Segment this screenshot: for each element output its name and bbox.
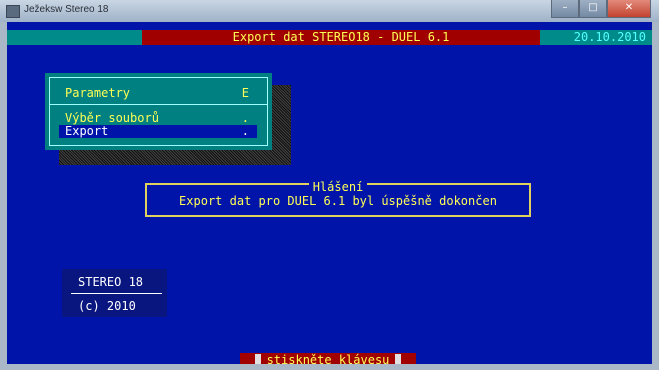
- window-controls: – □ ✕: [551, 0, 651, 18]
- header-bar: Export dat STEREO18 - DUEL 6.1 20.10.201…: [7, 30, 652, 45]
- product-name: STEREO 18: [78, 275, 144, 289]
- menu-item-parametry[interactable]: Parametry E: [59, 87, 257, 100]
- message-dialog: Hlášení Export dat pro DUEL 6.1 byl úspě…: [145, 180, 531, 217]
- press-key-prompt[interactable]: stiskněte klávesu: [240, 353, 416, 364]
- maximize-button[interactable]: □: [579, 0, 607, 18]
- menu-item-label: Parametry: [65, 86, 131, 100]
- menu-divider: [49, 104, 268, 105]
- about-box: STEREO 18 (c) 2010: [62, 269, 167, 317]
- menu-item-shortcut: .: [241, 124, 249, 138]
- menu-item-label: Export: [65, 124, 109, 138]
- about-divider: [71, 293, 162, 294]
- main-menu: Parametry E Výběr souborů . Export .: [45, 73, 272, 150]
- console-area: Export dat STEREO18 - DUEL 6.1 20.10.201…: [7, 22, 652, 364]
- menu-item-shortcut: E: [241, 86, 249, 100]
- message-title: Hlášení: [308, 180, 368, 194]
- prompt-block-icon: [395, 354, 402, 364]
- minimize-button[interactable]: –: [551, 0, 579, 18]
- header-date: 20.10.2010: [573, 30, 646, 44]
- message-text: Export dat pro DUEL 6.1 byl úspěšně doko…: [179, 194, 497, 208]
- header-left-segment: [7, 30, 142, 45]
- app-window: Ježeksw Stereo 18 – □ ✕ Export dat STERE…: [0, 0, 659, 370]
- window-title: Ježeksw Stereo 18: [24, 4, 109, 15]
- prompt-block-icon: [254, 354, 261, 364]
- menu-item-export[interactable]: Export .: [59, 125, 257, 138]
- close-button[interactable]: ✕: [607, 0, 651, 18]
- header-title: Export dat STEREO18 - DUEL 6.1: [232, 30, 450, 44]
- app-icon: [6, 5, 20, 18]
- copyright-text: (c) 2010: [78, 299, 136, 313]
- window-titlebar[interactable]: Ježeksw Stereo 18 – □ ✕: [0, 0, 659, 22]
- press-key-label: stiskněte klávesu: [266, 353, 390, 364]
